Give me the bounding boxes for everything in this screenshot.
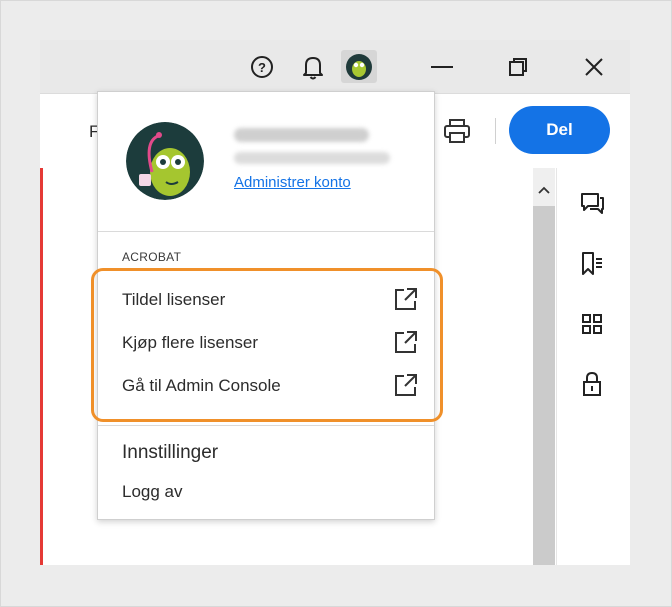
lock-icon[interactable] (576, 368, 608, 400)
menu-divider (98, 425, 434, 426)
svg-text:?: ? (258, 60, 266, 75)
bell-icon[interactable] (299, 53, 327, 81)
menu-item-logout[interactable]: Logg av (122, 482, 183, 502)
close-icon[interactable] (574, 52, 614, 82)
title-bar: ? (40, 40, 630, 94)
menu-item-settings[interactable]: Innstillinger (122, 442, 218, 464)
minimize-icon[interactable] (422, 52, 462, 82)
help-icon[interactable]: ? (248, 53, 276, 81)
maximize-icon[interactable] (498, 52, 538, 82)
profile-email-redacted (234, 152, 390, 164)
menu-divider (98, 231, 434, 232)
comment-icon[interactable] (576, 188, 608, 220)
share-button[interactable]: Del (509, 106, 610, 154)
right-tool-rail (556, 168, 630, 565)
manage-account-link[interactable]: Administrer konto (234, 174, 351, 191)
bookmark-icon[interactable] (576, 248, 608, 280)
grid-icon[interactable] (576, 308, 608, 340)
scrollbar-thumb[interactable] (533, 206, 555, 565)
chevron-up-icon[interactable] (533, 178, 555, 202)
print-icon[interactable] (440, 116, 474, 146)
avatar (126, 122, 204, 200)
document-edge (40, 168, 43, 565)
toolbar-divider (495, 118, 496, 144)
avatar[interactable] (341, 50, 377, 83)
highlight-callout (91, 268, 443, 422)
profile-name-redacted (234, 128, 369, 142)
section-label-acrobat: ACROBAT (122, 250, 182, 264)
